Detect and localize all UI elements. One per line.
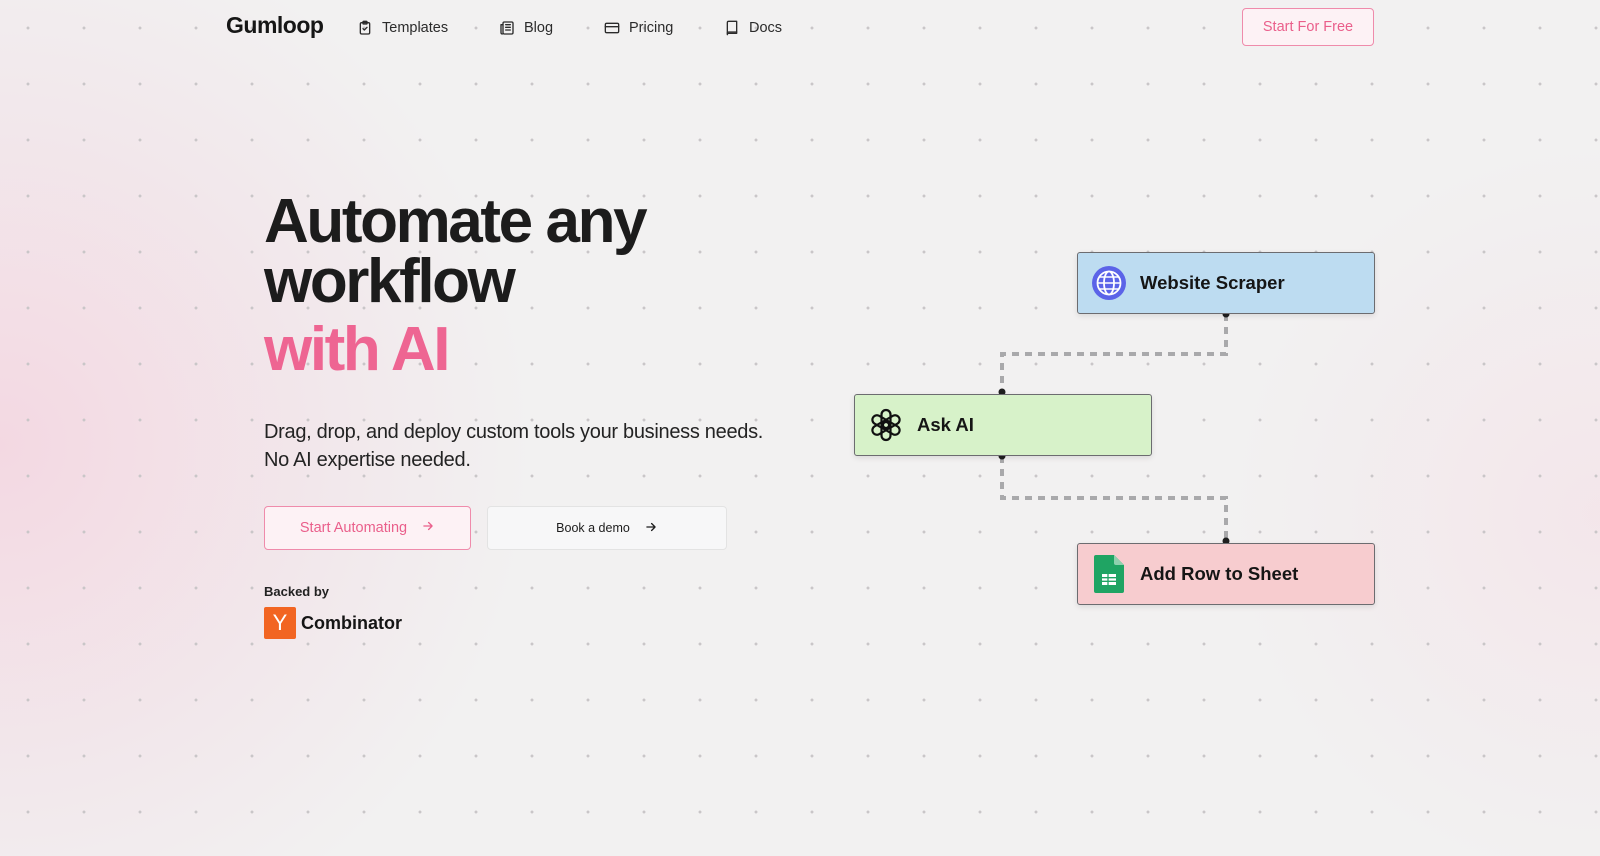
google-sheets-icon xyxy=(1090,555,1128,593)
nav-item-docs[interactable]: Docs xyxy=(724,17,782,39)
book-a-demo-button[interactable]: Book a demo xyxy=(487,506,727,550)
arrow-right-icon xyxy=(644,520,658,537)
hero-title-line: Automate any xyxy=(264,187,648,256)
globe-icon xyxy=(1090,264,1128,302)
node-website-scraper[interactable]: Website Scraper xyxy=(1077,252,1375,314)
hero-title-line: workflow xyxy=(264,247,516,316)
hero-title-accent: with AI xyxy=(264,315,451,384)
node-label: Ask AI xyxy=(917,414,974,435)
node-label: Add Row to Sheet xyxy=(1140,563,1299,584)
credit-card-icon xyxy=(604,20,620,36)
nav-item-templates[interactable]: Templates xyxy=(357,17,448,39)
node-label: Website Scraper xyxy=(1140,272,1285,293)
nav-item-label: Blog xyxy=(524,20,554,36)
openai-icon xyxy=(867,406,905,444)
nav-item-label: Pricing xyxy=(629,20,674,36)
y-combinator-icon: Y xyxy=(264,607,296,639)
hero-title: Automate any workflow with AI xyxy=(264,187,648,384)
gumloop-logo[interactable]: Gumloop xyxy=(226,12,324,39)
start-automating-button[interactable]: Start Automating xyxy=(264,506,471,550)
hero-subtitle-line: No AI expertise needed. xyxy=(264,449,471,471)
hero-subtitle-line: Drag, drop, and deploy custom tools your… xyxy=(264,421,764,443)
nav-item-blog[interactable]: Blog xyxy=(499,17,553,39)
start-for-free-button[interactable]: Start For Free xyxy=(1242,8,1374,46)
book-icon xyxy=(724,20,740,36)
backed-by-label: Backed by xyxy=(264,584,330,599)
button-label: Book a demo xyxy=(556,521,630,535)
y-combinator-logo: Y Combinator xyxy=(264,607,402,639)
nav-item-label: Templates xyxy=(382,20,449,36)
arrow-right-icon xyxy=(421,519,435,537)
top-navigation: Gumloop Templates Blog Pricing Docs Star… xyxy=(0,0,1600,56)
newspaper-icon xyxy=(499,20,515,36)
button-label: Start Automating xyxy=(299,520,408,536)
clipboard-check-icon xyxy=(357,20,373,36)
node-add-row-to-sheet[interactable]: Add Row to Sheet xyxy=(1077,543,1375,605)
node-ask-ai[interactable]: Ask AI xyxy=(854,394,1152,456)
hero-subtitle: Drag, drop, and deploy custom tools your… xyxy=(264,418,824,474)
nav-item-pricing[interactable]: Pricing xyxy=(604,17,673,39)
y-combinator-name: Combinator xyxy=(301,612,402,633)
nav-item-label: Docs xyxy=(749,20,783,36)
